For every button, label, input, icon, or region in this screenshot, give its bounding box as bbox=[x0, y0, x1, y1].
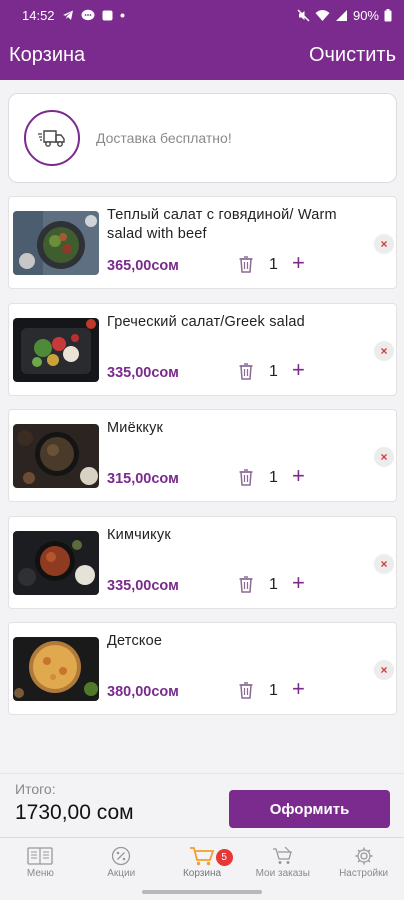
tab-menu[interactable]: Меню bbox=[0, 838, 81, 887]
item-name: Греческий салат/Greek salad bbox=[107, 314, 305, 330]
delivery-truck-icon bbox=[38, 130, 65, 147]
tab-label: Корзина bbox=[182, 868, 222, 879]
home-indicator[interactable] bbox=[142, 890, 262, 894]
battery-percent: 90% bbox=[352, 7, 379, 23]
increase-quantity-button[interactable]: + bbox=[292, 572, 305, 594]
item-name: Теплый салат с говядиной/ Warm salad wit… bbox=[107, 207, 337, 242]
cart-item: Миёккук 315,00сом 1 + × bbox=[8, 409, 397, 502]
item-image bbox=[13, 531, 99, 595]
total-bar: Итого: 1730,00 сом Оформить bbox=[0, 773, 404, 835]
percent-icon bbox=[112, 846, 131, 866]
remove-item-button[interactable]: × bbox=[374, 341, 394, 361]
tab-label: Настройки bbox=[339, 868, 389, 879]
tab-cart[interactable]: 5 Корзина bbox=[162, 838, 243, 887]
total-value: 1730,00 сом bbox=[15, 801, 134, 824]
chat-icon bbox=[81, 9, 95, 21]
tab-label: Меню bbox=[26, 868, 54, 879]
bottom-tab-bar: Меню Акции 5 Корзина Мои заказы Настройк… bbox=[0, 837, 404, 887]
item-quantity: 1 bbox=[269, 256, 278, 273]
item-image bbox=[13, 637, 99, 701]
tab-settings[interactable]: Настройки bbox=[323, 838, 404, 887]
remove-item-button[interactable]: × bbox=[374, 660, 394, 680]
cart-item: Теплый салат с говядиной/ Warm salad wit… bbox=[8, 196, 397, 289]
delivery-icon-circle bbox=[24, 110, 80, 166]
item-quantity: 1 bbox=[269, 363, 278, 380]
tab-label: Акции bbox=[107, 868, 136, 879]
increase-quantity-button[interactable]: + bbox=[292, 465, 305, 487]
status-bar: 14:52 90% bbox=[0, 0, 404, 30]
item-name: Детское bbox=[107, 633, 163, 649]
delivery-info-card: Доставка бесплатно! bbox=[8, 93, 397, 183]
remove-item-button[interactable]: × bbox=[374, 447, 394, 467]
dot-icon bbox=[120, 13, 125, 17]
trash-icon[interactable] bbox=[238, 362, 254, 380]
increase-quantity-button[interactable]: + bbox=[292, 252, 305, 274]
page-title: Корзина bbox=[9, 43, 86, 66]
item-image bbox=[13, 211, 99, 275]
remove-item-button[interactable]: × bbox=[374, 554, 394, 574]
cart-item: Детское 380,00сом 1 + × bbox=[8, 622, 397, 715]
wifi-icon bbox=[315, 9, 330, 21]
item-image bbox=[13, 318, 99, 382]
signal-icon bbox=[335, 9, 347, 21]
cart-count-badge: 5 bbox=[215, 849, 233, 866]
tab-label: Мои заказы bbox=[255, 868, 310, 879]
trash-icon[interactable] bbox=[238, 575, 254, 593]
checkout-button[interactable]: Оформить bbox=[229, 790, 390, 828]
trash-icon[interactable] bbox=[238, 255, 254, 273]
orders-icon bbox=[272, 846, 292, 864]
mute-icon bbox=[297, 9, 310, 21]
clear-cart-button[interactable]: Очистить bbox=[309, 44, 396, 67]
item-image bbox=[13, 424, 99, 488]
battery-icon bbox=[384, 8, 392, 21]
cart-item: Греческий салат/Greek salad 335,00сом 1 … bbox=[8, 303, 397, 396]
increase-quantity-button[interactable]: + bbox=[292, 359, 305, 381]
item-price: 315,00сом bbox=[107, 471, 179, 487]
trash-icon[interactable] bbox=[238, 681, 254, 699]
item-quantity: 1 bbox=[269, 469, 278, 486]
item-price: 335,00сом bbox=[107, 578, 179, 594]
item-quantity: 1 bbox=[269, 576, 278, 593]
item-name: Миёккук bbox=[107, 420, 164, 436]
item-quantity: 1 bbox=[269, 682, 278, 699]
telegram-icon bbox=[62, 10, 73, 20]
app-bar: Корзина Очистить bbox=[0, 30, 404, 80]
status-time: 14:52 bbox=[22, 7, 55, 23]
trash-icon[interactable] bbox=[238, 468, 254, 486]
cart-item: Кимчикук 335,00сом 1 + × bbox=[8, 516, 397, 609]
cart-icon bbox=[189, 847, 215, 866]
gear-icon bbox=[355, 847, 373, 865]
tab-promotions[interactable]: Акции bbox=[81, 838, 162, 887]
total-label: Итого: bbox=[15, 781, 56, 797]
item-price: 365,00сом bbox=[107, 258, 179, 274]
increase-quantity-button[interactable]: + bbox=[292, 678, 305, 700]
remove-item-button[interactable]: × bbox=[374, 234, 394, 254]
item-price: 380,00сом bbox=[107, 684, 179, 700]
item-name: Кимчикук bbox=[107, 527, 171, 543]
delivery-text: Доставка бесплатно! bbox=[96, 130, 232, 146]
tab-my-orders[interactable]: Мои заказы bbox=[242, 838, 323, 887]
menu-book-icon bbox=[27, 847, 54, 865]
item-price: 335,00сом bbox=[107, 365, 179, 381]
app-square-icon bbox=[102, 10, 113, 20]
